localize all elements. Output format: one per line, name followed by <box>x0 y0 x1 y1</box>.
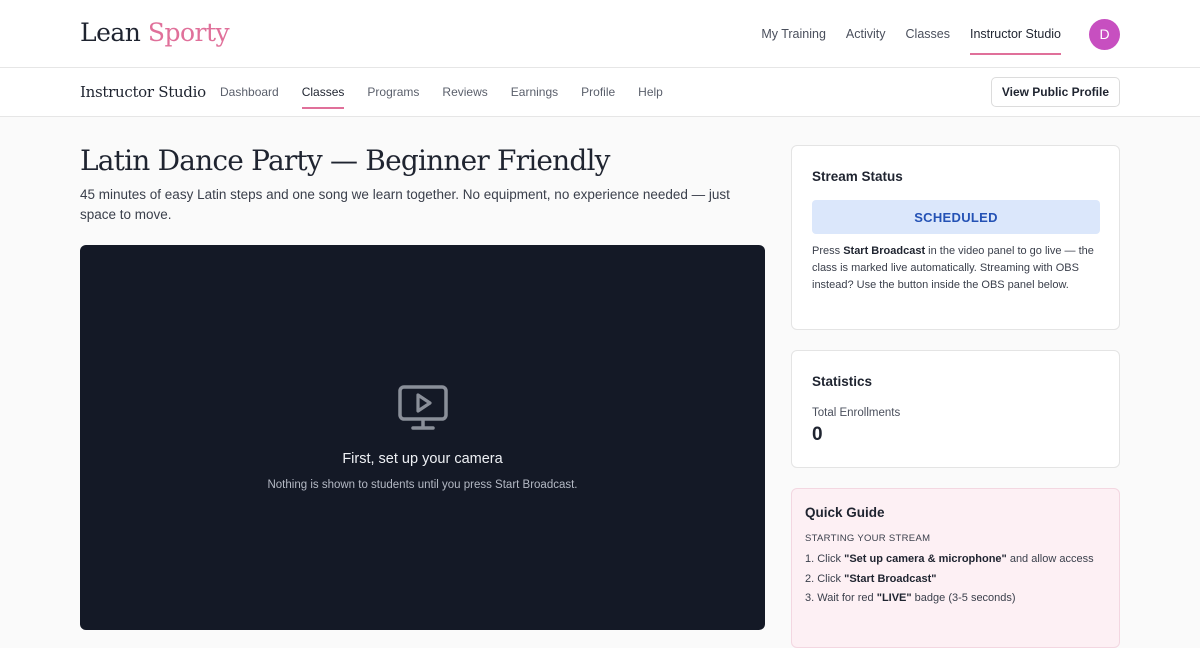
step-text: 3. Wait for red <box>805 592 877 604</box>
studio-subheader: Instructor Studio Dashboard Classes Prog… <box>0 68 1200 117</box>
status-badge: SCHEDULED <box>812 200 1100 234</box>
step-text-bold: "LIVE" <box>876 592 912 604</box>
camera-setup-title: First, set up your camera <box>342 451 503 467</box>
step-text-bold: "Set up camera & microphone" <box>844 553 1007 565</box>
stream-status-card: Stream Status SCHEDULED Press Start Broa… <box>791 145 1120 330</box>
step-text-bold: "Start Broadcast" <box>844 572 937 585</box>
tab-classes[interactable]: Classes <box>301 77 344 109</box>
tab-profile[interactable]: Profile <box>581 77 615 107</box>
step-text: badge (3-5 seconds) <box>911 592 1016 604</box>
video-panel: First, set up your camera Nothing is sho… <box>80 245 765 630</box>
top-nav-instructor-studio[interactable]: Instructor Studio <box>969 19 1062 55</box>
step-text: and allow access <box>1006 553 1094 565</box>
view-public-profile-button[interactable]: View Public Profile <box>990 77 1120 107</box>
tab-earnings[interactable]: Earnings <box>511 77 558 107</box>
top-nav-activity[interactable]: Activity <box>846 19 886 49</box>
tab-reviews[interactable]: Reviews <box>442 77 487 107</box>
list-item: 1. Click "Set up camera & microphone" an… <box>805 551 1095 568</box>
studio-tabs: Dashboard Classes Programs Reviews Earni… <box>220 68 686 116</box>
camera-setup-subtitle: Nothing is shown to students until you p… <box>267 479 578 491</box>
studio-title: Instructor Studio <box>80 83 206 101</box>
class-description: 45 minutes of easy Latin steps and one s… <box>80 187 730 222</box>
total-enrollments-label: Total Enrollments <box>812 407 901 419</box>
tab-help[interactable]: Help <box>638 77 663 107</box>
help-text-pre: Press <box>812 245 844 257</box>
brand-name-part1: Lean <box>80 18 141 47</box>
stream-status-help: Press Start Broadcast in the video panel… <box>812 243 1104 294</box>
list-item: 3. Wait for red "LIVE" badge (3-5 second… <box>805 590 1095 607</box>
statistics-card: Statistics Total Enrollments 0 <box>791 350 1120 468</box>
quick-guide-section-title: STARTING YOUR STREAM <box>805 533 931 544</box>
step-text: 1. Click <box>805 553 845 565</box>
quick-guide-card: Quick Guide STARTING YOUR STREAM 1. Clic… <box>791 488 1120 648</box>
avatar[interactable]: D <box>1089 18 1120 50</box>
quick-guide-heading: Quick Guide <box>805 505 885 520</box>
monitor-play-icon <box>398 385 448 430</box>
list-item: 2. Click "Start Broadcast" <box>805 571 1095 588</box>
top-nav: My Training Activity Classes Instructor … <box>761 0 1120 68</box>
help-text-bold: Start Broadcast <box>843 245 926 257</box>
top-navbar: Lean Sporty My Training Activity Classes… <box>0 0 1200 68</box>
top-nav-my-training[interactable]: My Training <box>761 19 826 49</box>
brand-logo[interactable]: Lean Sporty <box>80 18 230 47</box>
page-title: Latin Dance Party — Beginner Friendly <box>80 144 611 177</box>
statistics-heading: Statistics <box>812 374 873 389</box>
tab-programs[interactable]: Programs <box>367 77 419 107</box>
step-text: 2. Click <box>805 572 845 585</box>
stream-status-heading: Stream Status <box>812 169 903 184</box>
top-nav-classes[interactable]: Classes <box>906 19 950 49</box>
brand-name-part2: Sporty <box>147 18 230 47</box>
tab-dashboard[interactable]: Dashboard <box>220 77 279 107</box>
quick-guide-steps: 1. Click "Set up camera & microphone" an… <box>805 551 1095 610</box>
total-enrollments-value: 0 <box>812 424 823 445</box>
